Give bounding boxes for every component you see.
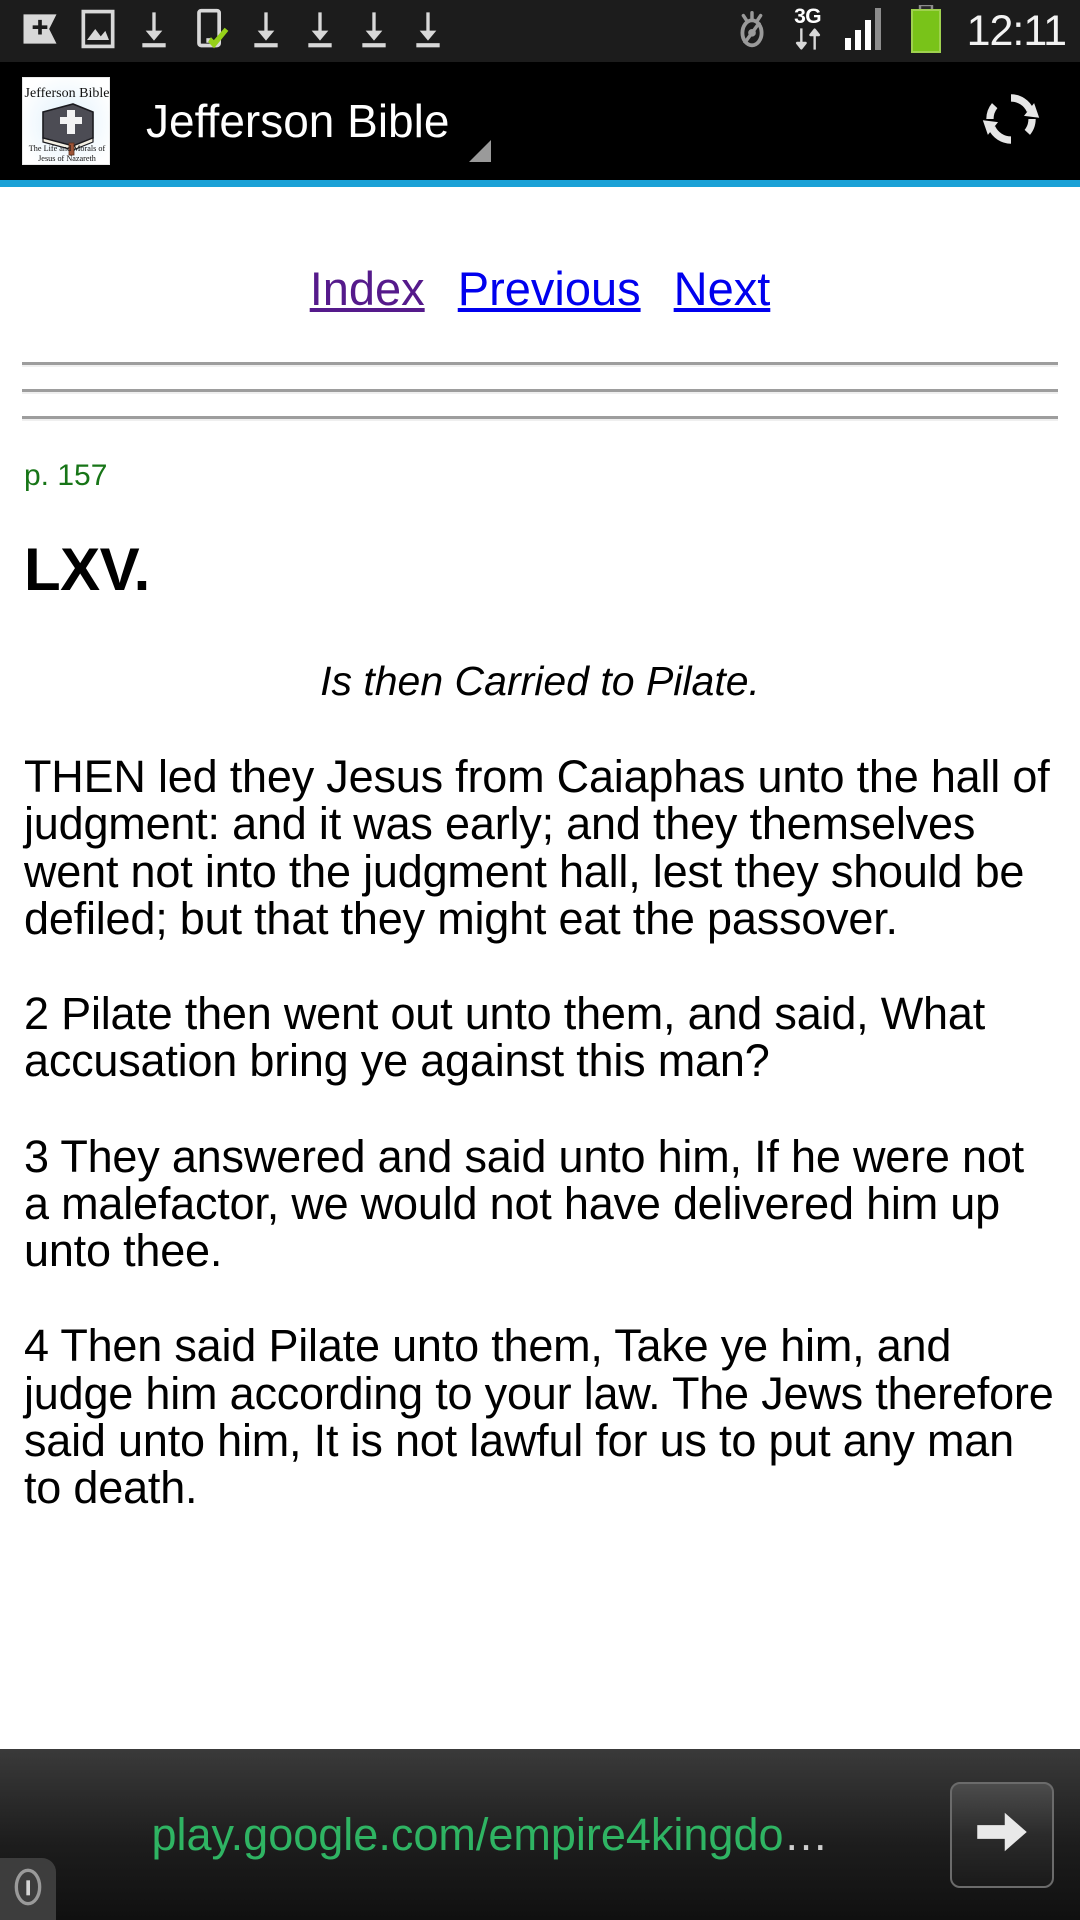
image-icon	[76, 7, 120, 56]
jefferson-bible-app-icon[interactable]: Jefferson Bible The Life and Morals of J…	[22, 77, 110, 165]
signal-bars-icon	[841, 6, 893, 57]
page-content: Index Previous Next p. 157 LXV. Is then …	[0, 187, 1080, 1749]
page-number: p. 157	[24, 459, 108, 492]
app-title-label: Jefferson Bible	[146, 95, 450, 147]
ad-go-button[interactable]	[950, 1781, 1054, 1888]
arrow-right-icon	[969, 1799, 1035, 1870]
divider	[22, 389, 1058, 394]
status-bar: 3G 12:11	[0, 0, 1080, 62]
index-link[interactable]: Index	[310, 262, 425, 315]
chapter-heading: LXV.	[24, 536, 150, 603]
svg-text:Jesus of Nazareth: Jesus of Nazareth	[38, 154, 96, 163]
body-paragraph: 4 Then said Pilate unto them, Take ye hi…	[24, 1320, 1054, 1513]
body-paragraph: 2 Pilate then went out unto them, and sa…	[24, 988, 985, 1087]
divider	[22, 362, 1058, 367]
page-title: Jefferson Bible	[146, 94, 492, 162]
svg-text:Jefferson Bible: Jefferson Bible	[25, 86, 110, 101]
accent-bar	[0, 180, 1080, 187]
ad-url-text[interactable]: play.google.com/empire4kingdo…	[0, 1809, 950, 1861]
divider	[22, 416, 1058, 421]
status-bar-notification-icons	[18, 7, 729, 56]
download-icon	[300, 7, 340, 56]
refresh-icon	[973, 81, 1049, 162]
app-action-bar: Jefferson Bible The Life and Morals of J…	[0, 62, 1080, 180]
chapter-subtitle: Is then Carried to Pilate.	[320, 658, 760, 704]
ad-url-label: play.google.com/empire4kingdo	[151, 1808, 784, 1860]
ad-info-button[interactable]	[0, 1858, 56, 1920]
navigation-links: Index Previous Next	[22, 187, 1058, 316]
status-bar-clock: 12:11	[966, 6, 1067, 55]
previous-link[interactable]: Previous	[458, 262, 641, 315]
refresh-button[interactable]	[968, 78, 1054, 164]
next-link[interactable]: Next	[674, 262, 771, 315]
network-type-indicator: 3G	[791, 4, 825, 56]
download-icon	[408, 7, 448, 56]
ad-url-ellipsis: …	[783, 1808, 829, 1860]
data-transfer-icon	[791, 27, 825, 56]
eye-off-icon	[729, 6, 775, 57]
add-to-bookmarks-icon	[18, 7, 62, 56]
body-paragraph: THEN led they Jesus from Caiaphas unto t…	[24, 751, 1050, 944]
network-type-label: 3G	[794, 4, 822, 28]
download-icon	[246, 7, 286, 56]
download-icon	[354, 7, 394, 56]
info-icon	[11, 1867, 45, 1912]
svg-text:The Life and Morals of: The Life and Morals of	[29, 144, 106, 153]
resize-handle-icon	[469, 140, 492, 162]
divider-group	[22, 362, 1058, 421]
status-bar-system-icons: 3G 12:11	[729, 3, 1067, 58]
app-installed-icon	[188, 7, 232, 56]
battery-full-icon	[909, 3, 943, 58]
download-icon	[134, 7, 174, 56]
ad-banner[interactable]: play.google.com/empire4kingdo…	[0, 1749, 1080, 1920]
body-paragraph: 3 They answered and said unto him, If he…	[24, 1130, 1024, 1276]
